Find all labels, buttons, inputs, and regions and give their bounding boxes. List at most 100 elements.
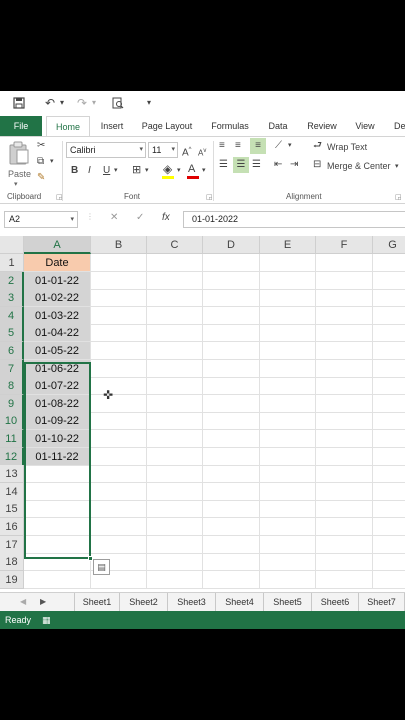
row-header[interactable]: 11 — [0, 430, 24, 448]
cell[interactable] — [260, 553, 316, 571]
column-header-c[interactable]: C — [147, 236, 203, 254]
cell[interactable] — [373, 307, 405, 325]
align-top-icon[interactable]: ≡ — [219, 140, 225, 152]
cell[interactable] — [91, 377, 147, 395]
cell[interactable] — [373, 465, 405, 483]
cell-date[interactable]: 01-03-22 — [24, 307, 91, 325]
font-size-select[interactable]: 11 ▾ — [148, 142, 178, 158]
cancel-icon[interactable]: ✕ — [110, 212, 118, 223]
tab-review[interactable]: Review — [302, 116, 342, 136]
cell[interactable] — [373, 430, 405, 448]
cell[interactable] — [316, 553, 373, 571]
select-all-corner[interactable] — [0, 236, 24, 254]
cell[interactable] — [316, 448, 373, 466]
cell[interactable] — [24, 500, 91, 518]
paste-button[interactable]: Paste — [8, 168, 31, 180]
font-size-dropdown-icon[interactable]: ▾ — [171, 143, 175, 157]
cell[interactable] — [373, 272, 405, 290]
cell[interactable] — [203, 272, 260, 290]
cell[interactable] — [147, 448, 203, 466]
font-color-button[interactable]: A — [188, 163, 195, 175]
format-painter-icon[interactable]: ✎ — [37, 172, 45, 184]
cell-date[interactable]: 01-10-22 — [24, 430, 91, 448]
macro-record-icon[interactable]: ▦ — [42, 611, 51, 629]
cell[interactable] — [260, 465, 316, 483]
cell[interactable] — [316, 500, 373, 518]
row-header[interactable]: 19 — [0, 571, 24, 589]
font-name-select[interactable]: Calibri ▾ — [66, 142, 146, 158]
column-header-f[interactable]: F — [316, 236, 373, 254]
cell[interactable] — [147, 307, 203, 325]
insert-function-icon[interactable]: fx — [162, 212, 170, 223]
cell[interactable] — [260, 448, 316, 466]
cell[interactable] — [260, 571, 316, 589]
tab-page-layout[interactable]: Page Layout — [138, 116, 196, 136]
cell[interactable] — [24, 536, 91, 554]
cell[interactable] — [260, 430, 316, 448]
cell[interactable] — [203, 307, 260, 325]
paste-dropdown-icon[interactable]: ▾ — [14, 179, 18, 191]
cell[interactable] — [316, 342, 373, 360]
cell[interactable] — [203, 465, 260, 483]
cell[interactable] — [147, 571, 203, 589]
cell[interactable] — [203, 448, 260, 466]
redo-icon[interactable]: ↷ — [77, 95, 87, 111]
cell[interactable] — [260, 254, 316, 272]
cell[interactable] — [260, 360, 316, 378]
cell[interactable] — [147, 430, 203, 448]
merge-center-button[interactable]: Merge & Center — [327, 160, 391, 172]
cell[interactable] — [147, 553, 203, 571]
tab-home[interactable]: Home — [46, 116, 90, 137]
cell[interactable] — [147, 324, 203, 342]
fill-color-dropdown-icon[interactable]: ▾ — [177, 165, 181, 177]
cell[interactable] — [203, 360, 260, 378]
cell[interactable] — [24, 553, 91, 571]
cell[interactable] — [147, 377, 203, 395]
cell[interactable] — [260, 412, 316, 430]
sheet-tab-6[interactable]: Sheet6 — [312, 593, 359, 611]
cell[interactable] — [373, 483, 405, 501]
name-box[interactable]: A2 ▾ — [4, 211, 78, 228]
cell[interactable] — [316, 430, 373, 448]
cell-date[interactable]: 01-01-22 — [24, 272, 91, 290]
cell[interactable] — [316, 360, 373, 378]
column-header-e[interactable]: E — [260, 236, 316, 254]
cell-date[interactable]: 01-07-22 — [24, 377, 91, 395]
increase-indent-icon[interactable]: ⇥ — [290, 159, 298, 171]
tab-view[interactable]: View — [348, 116, 382, 136]
cell[interactable] — [91, 272, 147, 290]
cell[interactable] — [147, 342, 203, 360]
cell[interactable] — [373, 289, 405, 307]
column-header-a[interactable]: A — [24, 236, 91, 254]
row-header[interactable]: 9 — [0, 395, 24, 413]
sheet-tab-4[interactable]: Sheet4 — [216, 593, 264, 611]
row-header[interactable]: 5 — [0, 324, 24, 342]
cell[interactable] — [147, 518, 203, 536]
cell[interactable] — [260, 518, 316, 536]
cell[interactable] — [91, 536, 147, 554]
borders-icon[interactable]: ⊞ — [132, 164, 141, 176]
tab-file[interactable]: File — [0, 116, 42, 136]
merge-dropdown-icon[interactable]: ▾ — [395, 161, 399, 173]
fill-color-icon[interactable]: ◈ — [163, 163, 172, 175]
sheet-tab-7[interactable]: Sheet7 — [359, 593, 405, 611]
quick-analysis-icon[interactable]: ▤ — [93, 559, 110, 575]
redo-dropdown-icon[interactable]: ▾ — [92, 95, 96, 111]
cell-date[interactable]: 01-11-22 — [24, 448, 91, 466]
cell[interactable] — [147, 289, 203, 307]
cell[interactable] — [373, 342, 405, 360]
cell[interactable] — [203, 536, 260, 554]
row-header[interactable]: 18 — [0, 553, 24, 571]
cell[interactable] — [316, 465, 373, 483]
cell[interactable] — [91, 395, 147, 413]
cell[interactable] — [147, 254, 203, 272]
cell[interactable] — [203, 289, 260, 307]
row-header[interactable]: 16 — [0, 518, 24, 536]
cell[interactable] — [203, 518, 260, 536]
tab-insert[interactable]: Insert — [94, 116, 130, 136]
cell[interactable] — [203, 324, 260, 342]
cell[interactable] — [24, 571, 91, 589]
undo-dropdown-icon[interactable]: ▾ — [60, 95, 64, 111]
sheet-tab-3[interactable]: Sheet3 — [168, 593, 216, 611]
sheet-tab-1[interactable]: Sheet1 — [74, 593, 120, 611]
